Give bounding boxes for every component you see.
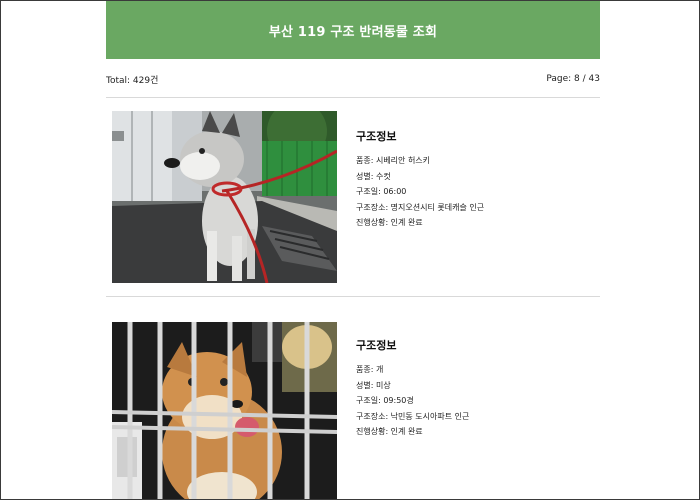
status-field: 진행상황: 인계 완료 (356, 427, 423, 436)
rescue-info: 구조정보 품종: 시베리안 허스키 성별: 수컷 구조일: 06:00 구조장소… (356, 128, 596, 231)
page-indicator: Page: 8 / 43 (546, 74, 600, 84)
status-field: 진행상황: 인계 완료 (356, 218, 423, 227)
breed-field: 품종: 시베리안 허스키 (356, 156, 431, 165)
info-heading: 구조정보 (356, 130, 397, 143)
sex-field: 성별: 미상 (356, 380, 391, 390)
husky-photo-image (112, 111, 337, 283)
main-container: 부산 119 구조 반려동물 조회 Total: 429건 Page: 8 / … (106, 1, 600, 499)
rescue-info: 구조정보 품종: 개 성별: 미상 구조일: 09:50경 구조장소: 낙민동 … (356, 337, 596, 440)
rescue-photo-husky (112, 111, 337, 283)
page-title: 부산 119 구조 반려동물 조회 (268, 24, 438, 40)
page-header: 부산 119 구조 반려동물 조회 (106, 1, 600, 59)
caged-dog-photo-image (112, 322, 337, 499)
total-count: Total: 429건 (106, 75, 159, 86)
breed-field: 품종: 개 (356, 365, 384, 374)
rescue-time-field: 구조일: 09:50경 (356, 396, 414, 405)
page-frame: 부산 119 구조 반려동물 조회 Total: 429건 Page: 8 / … (0, 0, 700, 500)
rescue-time-field: 구조일: 06:00 (356, 187, 407, 196)
rescue-photo-caged-dog (112, 322, 337, 499)
sex-field: 성별: 수컷 (356, 171, 391, 181)
location-field: 구조장소: 명지오션시티 롯데캐슬 인근 (356, 202, 485, 212)
summary-bar: Total: 429건 Page: 8 / 43 (106, 59, 600, 98)
rescue-card: 구조정보 품종: 시베리안 허스키 성별: 수컷 구조일: 06:00 구조장소… (106, 98, 600, 297)
rescue-card: 구조정보 품종: 개 성별: 미상 구조일: 09:50경 구조장소: 낙민동 … (106, 297, 600, 499)
info-heading: 구조정보 (356, 339, 397, 352)
location-field: 구조장소: 낙민동 도시아파트 인근 (356, 411, 470, 421)
